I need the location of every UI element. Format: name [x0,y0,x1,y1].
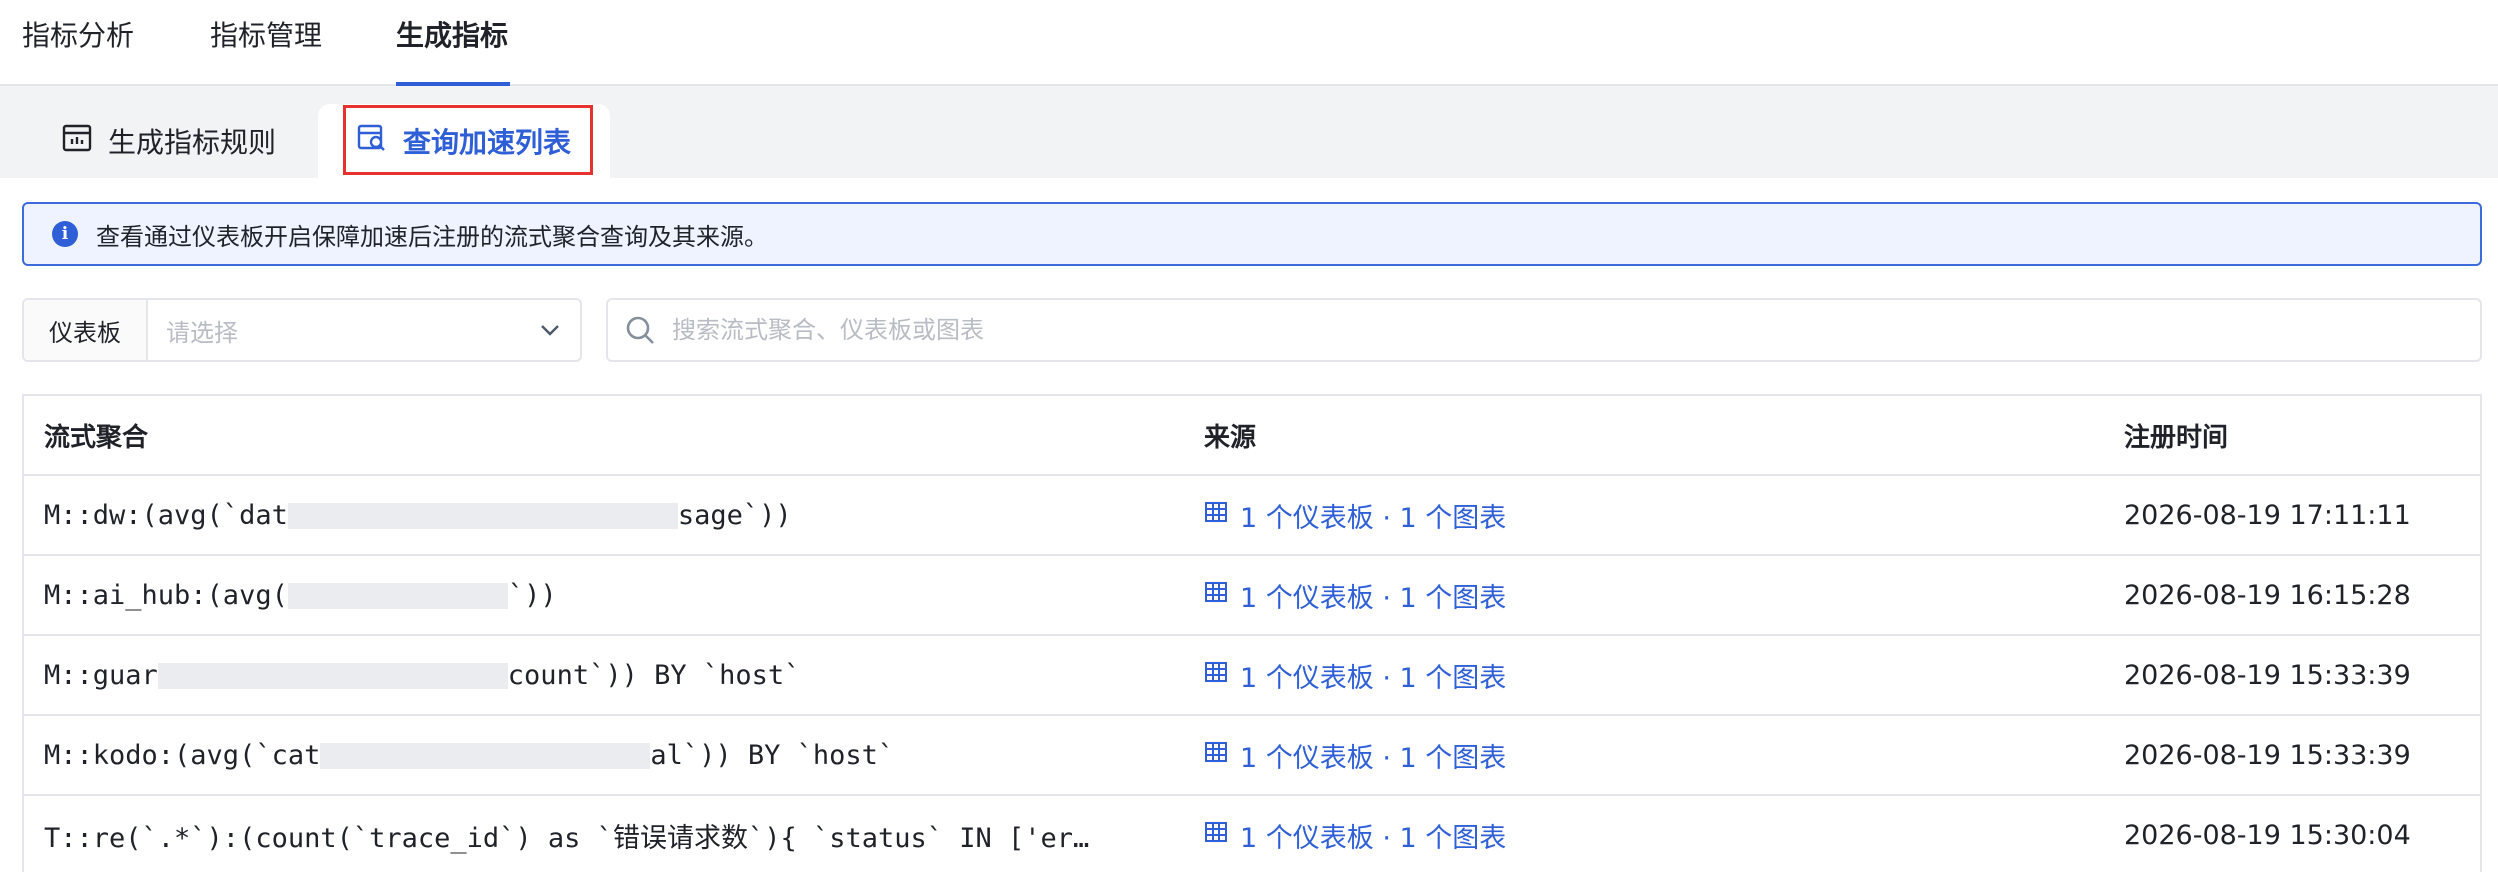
aggregation-text: M::ai_hub:(avg( [44,579,288,611]
source-link[interactable]: 1 个仪表板 · 1 个图表 [1204,656,2124,695]
table-grid-icon [1204,660,1228,691]
search-input[interactable] [670,315,2480,345]
info-icon: i [52,221,78,247]
aggregation-cell: M::ai_hub:(avg( `)) [24,580,1204,611]
tab-query-acceleration-list[interactable]: 查询加速列表 [318,104,610,178]
chart-board-icon [62,124,92,159]
tab-generate-metrics-label: 生成指标 [396,19,509,52]
tab-query-acceleration-list-label: 查询加速列表 [402,126,571,159]
table-grid-icon [1204,740,1228,771]
tab-metric-analysis[interactable]: 指标分析 [22,16,134,84]
register-time-cell: 2026-08-19 17:11:11 [2124,499,2411,531]
source-link[interactable]: 1 个仪表板 · 1 个图表 [1204,816,2124,855]
aggregation-text: al`)) BY `host` [650,739,895,771]
tab-generate-metrics[interactable]: 生成指标 [396,16,510,86]
search-icon [624,314,656,346]
column-header-aggregation: 流式聚合 [44,422,149,453]
column-header-source: 来源 [1204,422,1257,453]
source-link-label: 1 个仪表板 · 1 个图表 [1240,502,1507,534]
source-cell: 1 个仪表板 · 1 个图表 [1204,736,2124,775]
chevron-down-icon[interactable] [520,324,580,336]
redacted-block [157,663,508,689]
table-grid-icon [1204,500,1228,531]
source-link[interactable]: 1 个仪表板 · 1 个图表 [1204,496,2124,535]
top-tab-bar: 指标分析 指标管理 生成指标 [0,0,2498,86]
sub-tab-bar: 生成指标规则 查询加速列表 [0,86,2498,178]
dashboard-select[interactable]: 仪表板 请选择 [22,298,582,362]
register-time-cell: 2026-08-19 15:33:39 [2124,659,2411,691]
register-time-cell: 2026-08-19 15:30:04 [2124,819,2411,851]
source-cell: 1 个仪表板 · 1 个图表 [1204,496,2124,535]
table-grid-icon [1204,820,1228,851]
redacted-block [287,583,508,609]
aggregation-text: M::guar [44,659,158,691]
aggregation-text: T::re(`.*`):(count(`trace_id`) as `错误请求数… [44,822,1090,854]
accelerated-query-icon [357,124,387,159]
tab-generate-metric-rules[interactable]: 生成指标规则 [62,104,276,178]
table-row: M::dw:(avg(`dat sage`)) 1 个仪表板 · 1 个图表 20… [24,476,2480,556]
aggregation-text: count`)) BY `host` [507,659,801,691]
aggregation-text: M::kodo:(avg(`cat [44,739,321,771]
redacted-block [287,503,678,529]
tab-metric-management[interactable]: 指标管理 [210,16,322,84]
table-header: 流式聚合 来源 注册时间 [24,396,2480,476]
source-cell: 1 个仪表板 · 1 个图表 [1204,576,2124,615]
aggregation-text: sage`)) [677,499,792,531]
column-header-register-time: 注册时间 [2124,422,2229,453]
aggregation-cell: M::dw:(avg(`dat sage`)) [24,500,1204,531]
info-banner: i 查看通过仪表板开启保障加速后注册的流式聚合查询及其来源。 [22,202,2482,266]
source-cell: 1 个仪表板 · 1 个图表 [1204,656,2124,695]
redacted-block [320,743,651,769]
aggregation-cell: M::guar count`)) BY `host` [24,660,1204,691]
aggregation-text: M::dw:(avg(`dat [44,499,288,531]
table-row: T::re(`.*`):(count(`trace_id`) as `错误请求数… [24,796,2480,872]
source-link-label: 1 个仪表板 · 1 个图表 [1240,742,1507,774]
aggregation-cell: T::re(`.*`):(count(`trace_id`) as `错误请求数… [24,816,1204,855]
table-grid-icon [1204,580,1228,611]
source-link[interactable]: 1 个仪表板 · 1 个图表 [1204,576,2124,615]
register-time-cell: 2026-08-19 15:33:39 [2124,739,2411,771]
source-link-label: 1 个仪表板 · 1 个图表 [1240,822,1507,854]
source-link-label: 1 个仪表板 · 1 个图表 [1240,662,1507,694]
aggregation-cell: M::kodo:(avg(`cat al`)) BY `host` [24,740,1204,771]
source-link-label: 1 个仪表板 · 1 个图表 [1240,582,1507,614]
table-row: M::guar count`)) BY `host` 1 个仪表板 · 1 个图表… [24,636,2480,716]
search-box[interactable] [606,298,2482,362]
info-banner-text: 查看通过仪表板开启保障加速后注册的流式聚合查询及其来源。 [96,222,768,251]
source-cell: 1 个仪表板 · 1 个图表 [1204,816,2124,855]
table-row: M::kodo:(avg(`cat al`)) BY `host` 1 个仪表板 … [24,716,2480,796]
table-row: M::ai_hub:(avg( `)) 1 个仪表板 · 1 个图表 2026-0… [24,556,2480,636]
dashboard-select-label: 仪表板 [24,300,148,360]
source-link[interactable]: 1 个仪表板 · 1 个图表 [1204,736,2124,775]
register-time-cell: 2026-08-19 16:15:28 [2124,579,2411,611]
acceleration-table: 流式聚合 来源 注册时间 M::dw:(avg(`dat sage`)) 1 个仪… [22,394,2482,872]
dashboard-select-placeholder[interactable]: 请选择 [148,313,520,348]
aggregation-text: `)) [507,579,557,611]
tab-generate-metric-rules-label: 生成指标规则 [108,126,277,159]
